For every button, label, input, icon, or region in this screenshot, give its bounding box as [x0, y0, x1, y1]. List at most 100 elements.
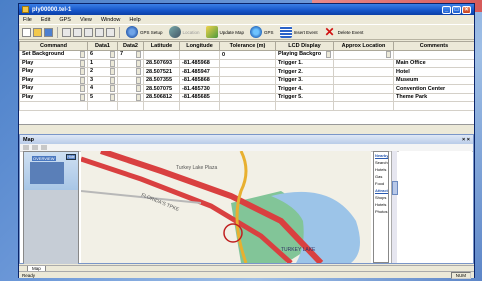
cell-data1[interactable]: 1 [87, 58, 118, 68]
help-icon[interactable] [106, 27, 115, 37]
side-item[interactable]: Photos [374, 208, 388, 215]
cell-data1[interactable]: 4 [87, 84, 118, 94]
cell-tolerance[interactable] [219, 101, 276, 111]
cell-longitude[interactable]: -81.485968 [179, 58, 220, 68]
col-latitude[interactable]: Latitude [143, 41, 180, 51]
cell-comment[interactable]: Theme Park [393, 92, 474, 102]
cell-data2[interactable] [117, 92, 144, 102]
copy-icon[interactable] [73, 27, 82, 37]
cell-tolerance[interactable]: 0 [219, 50, 276, 60]
cell-tolerance[interactable] [219, 84, 276, 94]
menu-gps[interactable]: GPS [58, 17, 72, 23]
side-scrollbar[interactable] [391, 151, 398, 263]
table-row[interactable]: Play 4 28.507075 -81.485730 Trigger 4. Conven… [19, 84, 474, 94]
cell-approx[interactable] [333, 58, 394, 68]
cell-command[interactable]: Set Background [19, 50, 88, 60]
dropdown-arrow-icon[interactable] [110, 85, 115, 93]
overview-map[interactable]: OVERVIEW Hide [23, 151, 79, 264]
cell-latitude[interactable]: 28.507355 [143, 75, 180, 85]
cell-latitude[interactable]: 28.507693 [143, 58, 180, 68]
col-data2[interactable]: Data2 [117, 41, 144, 51]
cell-longitude[interactable]: -81.485947 [179, 67, 220, 77]
cell-data2[interactable] [117, 67, 144, 77]
dropdown-arrow-icon[interactable] [110, 59, 115, 67]
menu-window[interactable]: Window [100, 17, 122, 23]
location-button[interactable]: Location [167, 26, 202, 38]
col-data1[interactable]: Data1 [87, 41, 118, 51]
dropdown-arrow-icon[interactable] [110, 51, 115, 59]
cell-approx[interactable] [333, 67, 394, 77]
cell-command[interactable]: Play [19, 75, 88, 85]
cell-lcd[interactable]: Trigger 2. [275, 67, 334, 77]
cell-data1[interactable]: 3 [87, 75, 118, 85]
cell-longitude[interactable]: -81.485730 [179, 84, 220, 94]
side-item[interactable]: Search [374, 159, 388, 166]
cell-approx[interactable] [333, 50, 394, 60]
col-lcd-display[interactable]: LCD Display [275, 41, 334, 51]
ellipsis-button[interactable] [136, 76, 141, 84]
cell-approx[interactable] [333, 101, 394, 111]
minimize-button[interactable]: _ [442, 5, 451, 14]
ellipsis-button[interactable] [136, 68, 141, 76]
gps-setup-button[interactable]: GPS Setup [124, 26, 165, 38]
cell-comment[interactable]: Museum [393, 75, 474, 85]
cell-tolerance[interactable] [219, 92, 276, 102]
insert-event-button[interactable]: Insert Event [278, 26, 320, 38]
cell-data1[interactable] [87, 101, 118, 111]
menu-file[interactable]: File [22, 17, 33, 23]
side-item[interactable]: Attractions [374, 187, 388, 194]
col-tolerance[interactable]: Tolerance (m) [219, 41, 276, 51]
cell-longitude[interactable]: -81.485685 [179, 92, 220, 102]
cell-tolerance[interactable] [219, 67, 276, 77]
dropdown-arrow-icon[interactable] [110, 68, 115, 76]
table-row[interactable] [19, 101, 474, 111]
cell-latitude[interactable]: 28.506812 [143, 92, 180, 102]
menu-view[interactable]: View [79, 17, 93, 23]
side-item[interactable]: Food [374, 180, 388, 187]
cell-approx[interactable] [333, 75, 394, 85]
dropdown-arrow-icon[interactable] [80, 51, 85, 59]
maximize-button[interactable]: □ [452, 5, 461, 14]
cell-latitude[interactable]: 28.507075 [143, 84, 180, 94]
gps-button[interactable]: GPS [248, 26, 276, 38]
print-icon[interactable] [95, 27, 104, 37]
dropdown-arrow-icon[interactable] [80, 93, 85, 101]
dropdown-arrow-icon[interactable] [110, 93, 115, 101]
cell-comment[interactable]: Main Office [393, 58, 474, 68]
new-file-icon[interactable] [22, 27, 31, 37]
cell-latitude[interactable] [143, 101, 180, 111]
dropdown-arrow-icon[interactable] [80, 85, 85, 93]
paste-icon[interactable] [84, 27, 93, 37]
update-map-button[interactable]: Update Map [204, 26, 247, 38]
table-row[interactable]: Play 1 28.507693 -81.485968 Trigger 1. Main O… [19, 58, 474, 68]
cell-longitude[interactable] [179, 101, 220, 111]
col-approx-location[interactable]: Approx Location [333, 41, 394, 51]
cell-comment[interactable]: Hotel [393, 67, 474, 77]
cell-lcd[interactable]: Trigger 1. [275, 58, 334, 68]
cell-tolerance[interactable] [219, 75, 276, 85]
cell-longitude[interactable]: -81.485868 [179, 75, 220, 85]
table-row[interactable]: Play 5 28.506812 -81.485685 Trigger 5. Theme … [19, 92, 474, 102]
cell-data2[interactable]: 7 [117, 50, 144, 60]
cell-data2[interactable] [117, 58, 144, 68]
side-item[interactable]: Gas [374, 173, 388, 180]
cell-data1[interactable]: 5 [87, 92, 118, 102]
col-comments[interactable]: Comments [393, 41, 474, 51]
table-row[interactable]: Set Background 6 7 0 Playing Backgro [19, 50, 474, 60]
col-longitude[interactable]: Longitude [179, 41, 220, 51]
cell-command[interactable]: Play [19, 67, 88, 77]
ellipsis-button[interactable] [136, 93, 141, 101]
cell-data1[interactable]: 6 [87, 50, 118, 60]
cell-lcd[interactable]: Trigger 3. [275, 75, 334, 85]
ellipsis-button[interactable] [136, 59, 141, 67]
ellipsis-button[interactable] [136, 51, 141, 59]
ellipsis-button[interactable] [326, 51, 331, 59]
cut-icon[interactable] [62, 27, 71, 37]
cell-data2[interactable] [117, 101, 144, 111]
cell-tolerance[interactable] [219, 58, 276, 68]
menu-edit[interactable]: Edit [40, 17, 51, 23]
col-command[interactable]: Command [19, 41, 88, 51]
ellipsis-button[interactable] [386, 51, 391, 59]
zoom-icon[interactable] [41, 145, 47, 150]
table-row[interactable]: Play 2 28.507521 -81.485947 Trigger 2. Hotel [19, 67, 474, 77]
